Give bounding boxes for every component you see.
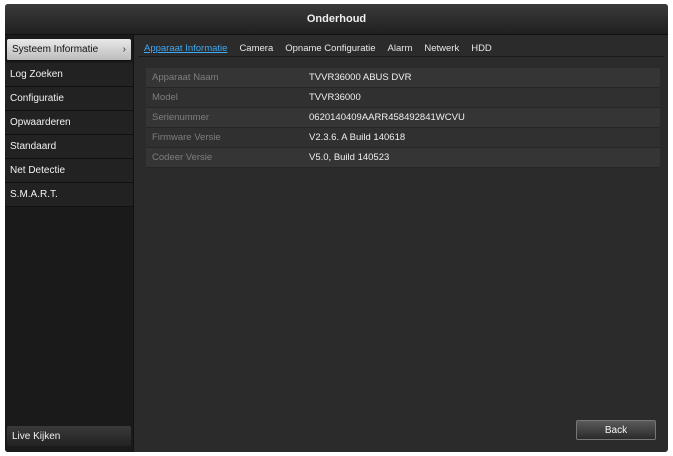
sidebar-item-net-detection[interactable]: Net Detectie [5, 159, 133, 183]
encoding-version-label: Codeer Versie [146, 147, 303, 168]
firmware-version-label: Firmware Versie [146, 127, 303, 148]
sidebar-item-label: Net Detectie [10, 165, 66, 176]
sidebar: Systeem Informatie › Log Zoeken Configur… [5, 35, 134, 452]
table-row: Serienummer 0620140409AARR458492841WCVU [146, 107, 660, 128]
main-content: Apparaat Informatie Camera Opname Config… [138, 40, 664, 448]
window-title: Onderhoud [5, 4, 668, 35]
sidebar-item-label: S.M.A.R.T. [10, 189, 58, 200]
chevron-right-icon: › [122, 44, 126, 55]
sidebar-item-label: Standaard [10, 141, 57, 152]
serial-number-label: Serienummer [146, 107, 303, 128]
device-info-table: Apparaat Naam TVVR36000 ABUS DVR Model T… [146, 68, 660, 168]
table-row: Codeer Versie V5.0, Build 140523 [146, 147, 660, 168]
device-name-label: Apparaat Naam [146, 68, 303, 88]
sidebar-item-label: Systeem Informatie [12, 44, 99, 55]
tab-hdd[interactable]: HDD [471, 43, 492, 54]
tab-network[interactable]: Netwerk [424, 43, 459, 54]
tab-record-config[interactable]: Opname Configuratie [285, 43, 375, 54]
sidebar-item-smart[interactable]: S.M.A.R.T. [5, 183, 133, 207]
device-name-value: TVVR36000 ABUS DVR [303, 68, 660, 88]
sidebar-item-default[interactable]: Standaard [5, 135, 133, 159]
sidebar-item-label: Opwaarderen [10, 117, 71, 128]
tab-device-info[interactable]: Apparaat Informatie [144, 43, 227, 54]
sidebar-item-system-info[interactable]: Systeem Informatie › [7, 39, 131, 61]
model-value: TVVR36000 [303, 87, 660, 108]
maintenance-window: Onderhoud Systeem Informatie › Log Zoeke… [5, 4, 668, 452]
tab-bar: Apparaat Informatie Camera Opname Config… [138, 40, 664, 57]
table-row: Apparaat Naam TVVR36000 ABUS DVR [146, 68, 660, 88]
table-row: Firmware Versie V2.3.6. A Build 140618 [146, 127, 660, 148]
model-label: Model [146, 87, 303, 108]
sidebar-item-label: Log Zoeken [10, 69, 63, 80]
firmware-version-value: V2.3.6. A Build 140618 [303, 127, 660, 148]
sidebar-item-log-search[interactable]: Log Zoeken [5, 63, 133, 87]
encoding-version-value: V5.0, Build 140523 [303, 147, 660, 168]
tab-alarm[interactable]: Alarm [388, 43, 413, 54]
tab-camera[interactable]: Camera [239, 43, 273, 54]
live-view-button[interactable]: Live Kijken [7, 426, 131, 446]
sidebar-item-label: Configuratie [10, 93, 64, 104]
sidebar-item-upgrade[interactable]: Opwaarderen [5, 111, 133, 135]
serial-number-value: 0620140409AARR458492841WCVU [303, 107, 660, 128]
back-button[interactable]: Back [576, 420, 656, 440]
sidebar-item-configuration[interactable]: Configuratie [5, 87, 133, 111]
table-row: Model TVVR36000 [146, 87, 660, 108]
